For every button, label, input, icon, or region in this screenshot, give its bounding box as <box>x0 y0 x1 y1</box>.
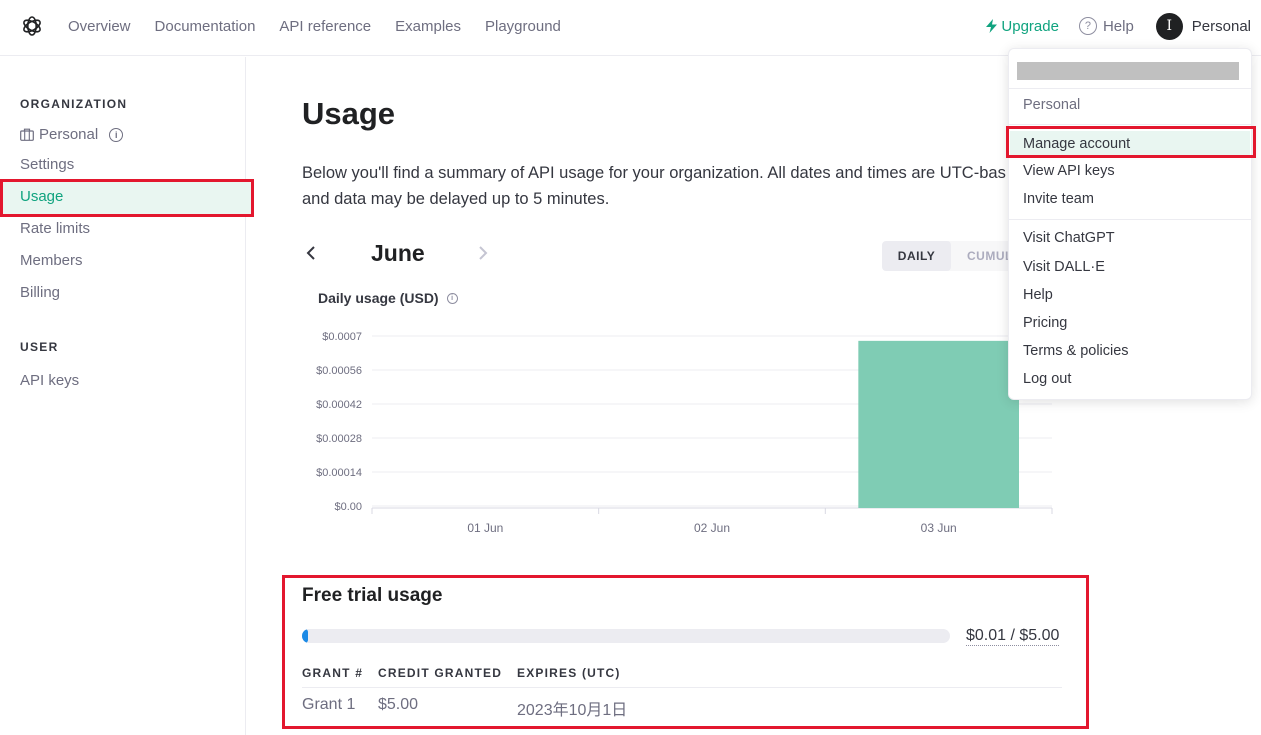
help-label: Help <box>1102 17 1134 35</box>
menu-item-visit-dalle[interactable]: Visit DALL·E <box>1023 259 1105 275</box>
grant-cell-number: Grant 1 <box>302 696 356 713</box>
nav-examples[interactable]: Examples <box>395 18 461 35</box>
dropdown-divider <box>1009 88 1251 89</box>
sidebar-item-usage[interactable]: Usage <box>2 180 252 214</box>
nav-links: Overview Documentation API reference Exa… <box>68 0 561 52</box>
x-tick-label: 02 Jun <box>694 521 730 535</box>
month-selector: June DAILY CUMUL <box>302 238 1042 272</box>
help-button[interactable]: ? Help <box>1078 17 1134 35</box>
menu-item-manage-account[interactable]: Manage account <box>1010 131 1250 157</box>
description-line-2: and data may be delayed up to 5 minutes. <box>302 190 610 208</box>
page-title: Usage <box>302 96 396 131</box>
x-tick-label: 01 Jun <box>467 521 503 535</box>
chevron-right-icon[interactable] <box>478 244 488 267</box>
menu-item-view-api-keys[interactable]: View API keys <box>1023 163 1115 179</box>
avatar: I <box>1155 12 1183 40</box>
free-trial-progress-fill <box>302 629 308 643</box>
free-trial-progress <box>302 629 950 643</box>
account-menu-button[interactable]: I Personal <box>1155 12 1251 40</box>
y-tick-label: $0.00056 <box>316 365 362 377</box>
chart-title-label: Daily usage (USD) <box>318 290 439 306</box>
menu-item-terms[interactable]: Terms & policies <box>1023 343 1129 359</box>
sidebar-item-members[interactable]: Members <box>20 252 83 269</box>
account-name: Personal <box>1191 17 1251 35</box>
x-tick-label: 03 Jun <box>921 521 957 535</box>
upgrade-label: Upgrade <box>1001 17 1059 35</box>
dropdown-divider <box>1009 124 1251 125</box>
organization-heading: ORGANIZATION <box>20 97 128 111</box>
menu-item-visit-chatgpt[interactable]: Visit ChatGPT <box>1023 230 1115 246</box>
y-tick-label: $0.00014 <box>316 467 362 479</box>
sidebar: ORGANIZATION Personal i Settings Usage R… <box>0 57 252 735</box>
y-tick-label: $0.00042 <box>316 399 362 411</box>
info-icon[interactable]: i <box>109 127 124 142</box>
sidebar-org-personal[interactable]: Personal i <box>20 126 124 143</box>
nav-right: Upgrade ? Help I Personal <box>986 0 1251 52</box>
menu-item-log-out[interactable]: Log out <box>1023 371 1071 387</box>
free-trial-title: Free trial usage <box>302 585 443 606</box>
question-icon: ? <box>1078 17 1097 35</box>
chart-title: Daily usage (USD) i <box>318 290 458 306</box>
menu-item-help[interactable]: Help <box>1023 287 1053 303</box>
menu-item-invite-team[interactable]: Invite team <box>1023 191 1094 207</box>
chevron-left-icon[interactable] <box>306 244 316 267</box>
daily-usage-chart: $0.00 $0.00014 $0.00028 $0.00042 $0.00056 $0.… <box>316 331 1053 535</box>
redacted-email <box>1017 62 1239 80</box>
bar-03-jun <box>858 340 1019 508</box>
y-tick-label: $0.00028 <box>316 433 362 445</box>
menu-item-pricing[interactable]: Pricing <box>1023 315 1067 331</box>
nav-playground[interactable]: Playground <box>485 18 561 35</box>
grant-header-credit: CREDIT GRANTED <box>378 666 503 680</box>
grant-header-number: GRANT # <box>302 666 364 680</box>
page-description: Below you'll find a summary of API usage… <box>302 160 1042 212</box>
y-tick-label: $0.00 <box>334 501 362 513</box>
grant-cell-credit: $5.00 <box>378 696 419 713</box>
sidebar-item-rate-limits[interactable]: Rate limits <box>20 220 90 237</box>
upgrade-button[interactable]: Upgrade <box>986 18 1059 35</box>
free-trial-amount[interactable]: $0.01 / $5.00 <box>966 627 1060 646</box>
sidebar-item-billing[interactable]: Billing <box>20 284 60 301</box>
grant-cell-expires: 2023年10月1日 <box>517 702 628 719</box>
grant-header-expires: EXPIRES (UTC) <box>517 666 621 680</box>
account-dropdown: Personal Manage account View API keys In… <box>1008 48 1252 400</box>
toggle-cumulative[interactable]: CUMUL <box>967 241 1013 271</box>
briefcase-icon <box>20 128 34 141</box>
month-label: June <box>371 240 425 266</box>
nav-documentation[interactable]: Documentation <box>155 18 256 35</box>
sidebar-item-settings[interactable]: Settings <box>20 156 74 173</box>
y-tick-label: $0.0007 <box>322 331 362 343</box>
chart-info-icon[interactable]: i <box>446 292 458 304</box>
user-heading: USER <box>20 340 59 354</box>
nav-api-reference[interactable]: API reference <box>279 18 371 35</box>
sidebar-org-name: Personal <box>39 126 99 143</box>
dropdown-account-label: Personal <box>1023 97 1081 113</box>
dropdown-divider <box>1009 219 1251 220</box>
grant-table-divider <box>302 687 1062 688</box>
lightning-icon <box>986 19 998 33</box>
toggle-daily[interactable]: DAILY <box>882 241 951 271</box>
nav-overview[interactable]: Overview <box>68 18 131 35</box>
sidebar-item-api-keys[interactable]: API keys <box>20 372 79 389</box>
openai-logo-icon[interactable] <box>20 14 44 38</box>
description-line-1: Below you'll find a summary of API usage… <box>302 164 1006 182</box>
